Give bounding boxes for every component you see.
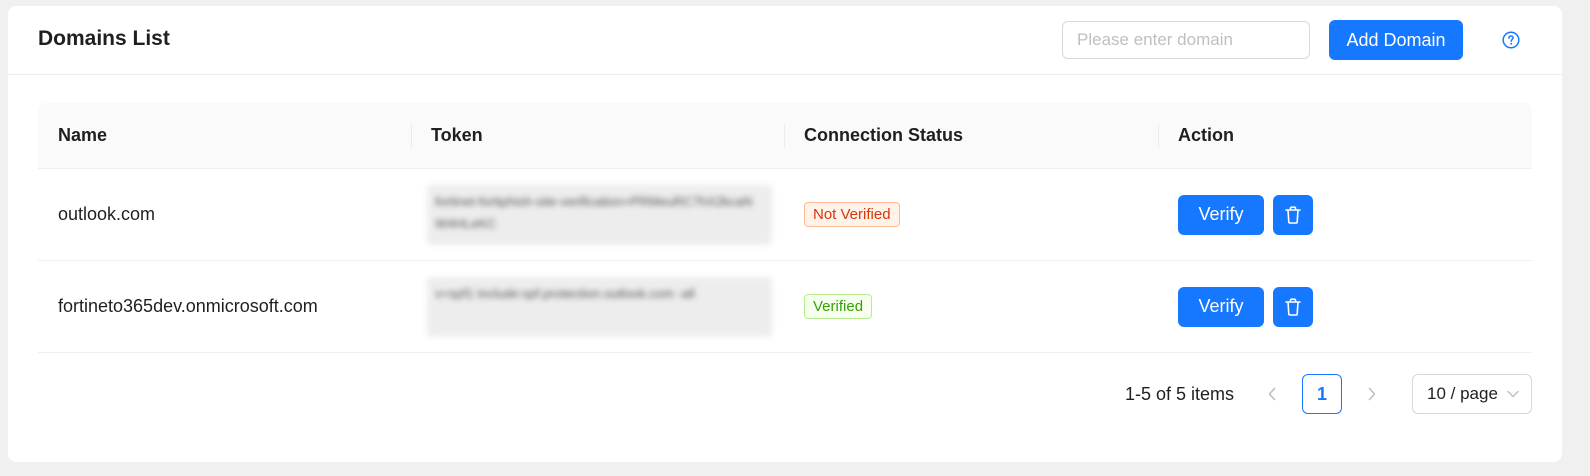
status-cell: Verified [784,261,1158,352]
page-size-value: 10 / page [1427,384,1498,403]
domain-name: fortineto365dev.onmicrosoft.com [58,296,318,316]
token-value: fortinet-fortiphish-site-verification=PR… [427,184,772,245]
table-header: Name Token Connection Status Action [38,103,1532,169]
card-header: Domains List Add Domain [8,6,1562,75]
column-header-token: Token [411,103,784,168]
domains-table: Name Token Connection Status Action outl… [38,103,1532,353]
pagination: 1-5 of 5 items 1 10 / page [1125,374,1532,414]
question-circle-icon[interactable] [1502,31,1520,49]
table-row: fortineto365dev.onmicrosoft.com v=spf1 i… [38,261,1532,353]
page-size-select[interactable]: 10 / page [1412,374,1532,414]
action-cell: Verify [1158,169,1532,260]
chevron-left-icon [1268,387,1276,401]
add-domain-button[interactable]: Add Domain [1329,20,1463,60]
status-badge: Not Verified [804,202,900,227]
page-number-button[interactable]: 1 [1302,374,1342,414]
domains-card: Domains List Add Domain Name Token Conne… [8,6,1562,462]
status-cell: Not Verified [784,169,1158,260]
page-title: Domains List [38,27,170,50]
trash-icon [1285,297,1301,316]
status-badge: Verified [804,294,873,319]
delete-button[interactable] [1273,194,1313,235]
verify-button[interactable]: Verify [1178,194,1264,235]
action-cell: Verify [1158,261,1532,352]
prev-page-button[interactable] [1252,374,1292,414]
column-header-name: Name [58,125,108,145]
token-cell: v=spf1 include:spf.protection.outlook.co… [411,261,784,352]
trash-icon [1285,205,1301,224]
domain-name: outlook.com [58,204,156,224]
token-value: v=spf1 include:spf.protection.outlook.co… [427,276,772,337]
verify-button[interactable]: Verify [1178,286,1264,327]
next-page-button[interactable] [1352,374,1392,414]
domain-search-input[interactable] [1062,21,1310,59]
chevron-right-icon [1368,387,1376,401]
table-row: outlook.com fortinet-fortiphish-site-ver… [38,169,1532,261]
delete-button[interactable] [1273,286,1313,327]
token-cell: fortinet-fortiphish-site-verification=PR… [411,169,784,260]
pagination-total: 1-5 of 5 items [1124,383,1234,404]
chevron-down-icon [1507,390,1519,398]
column-header-status: Connection Status [784,103,1158,168]
column-header-action: Action [1158,103,1532,168]
